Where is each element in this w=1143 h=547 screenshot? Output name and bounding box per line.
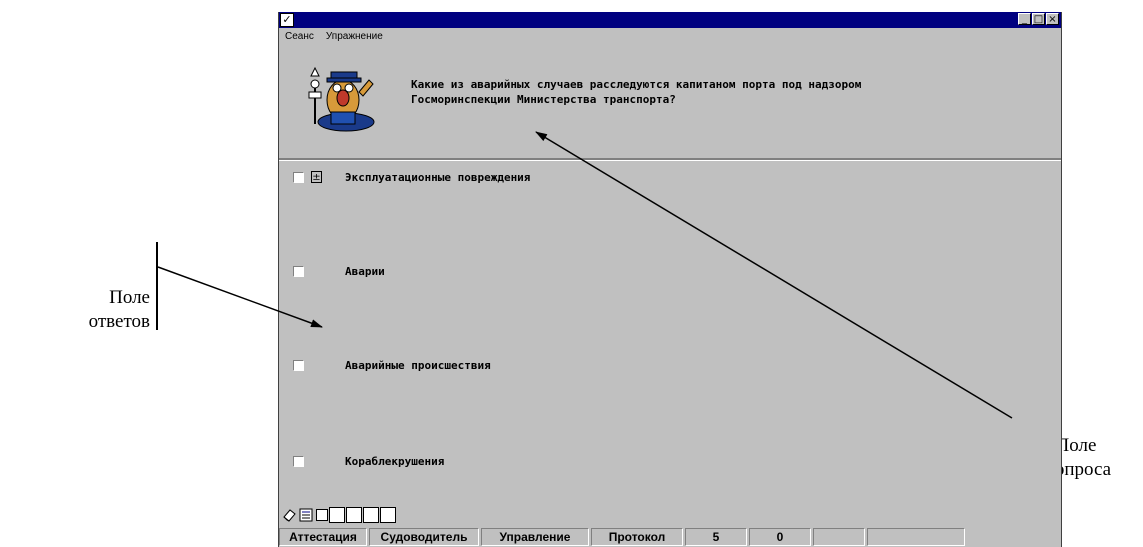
answers-field-arrow — [157, 266, 323, 328]
question-field-arrow — [535, 131, 1013, 419]
annotation-arrows — [157, 131, 1013, 419]
